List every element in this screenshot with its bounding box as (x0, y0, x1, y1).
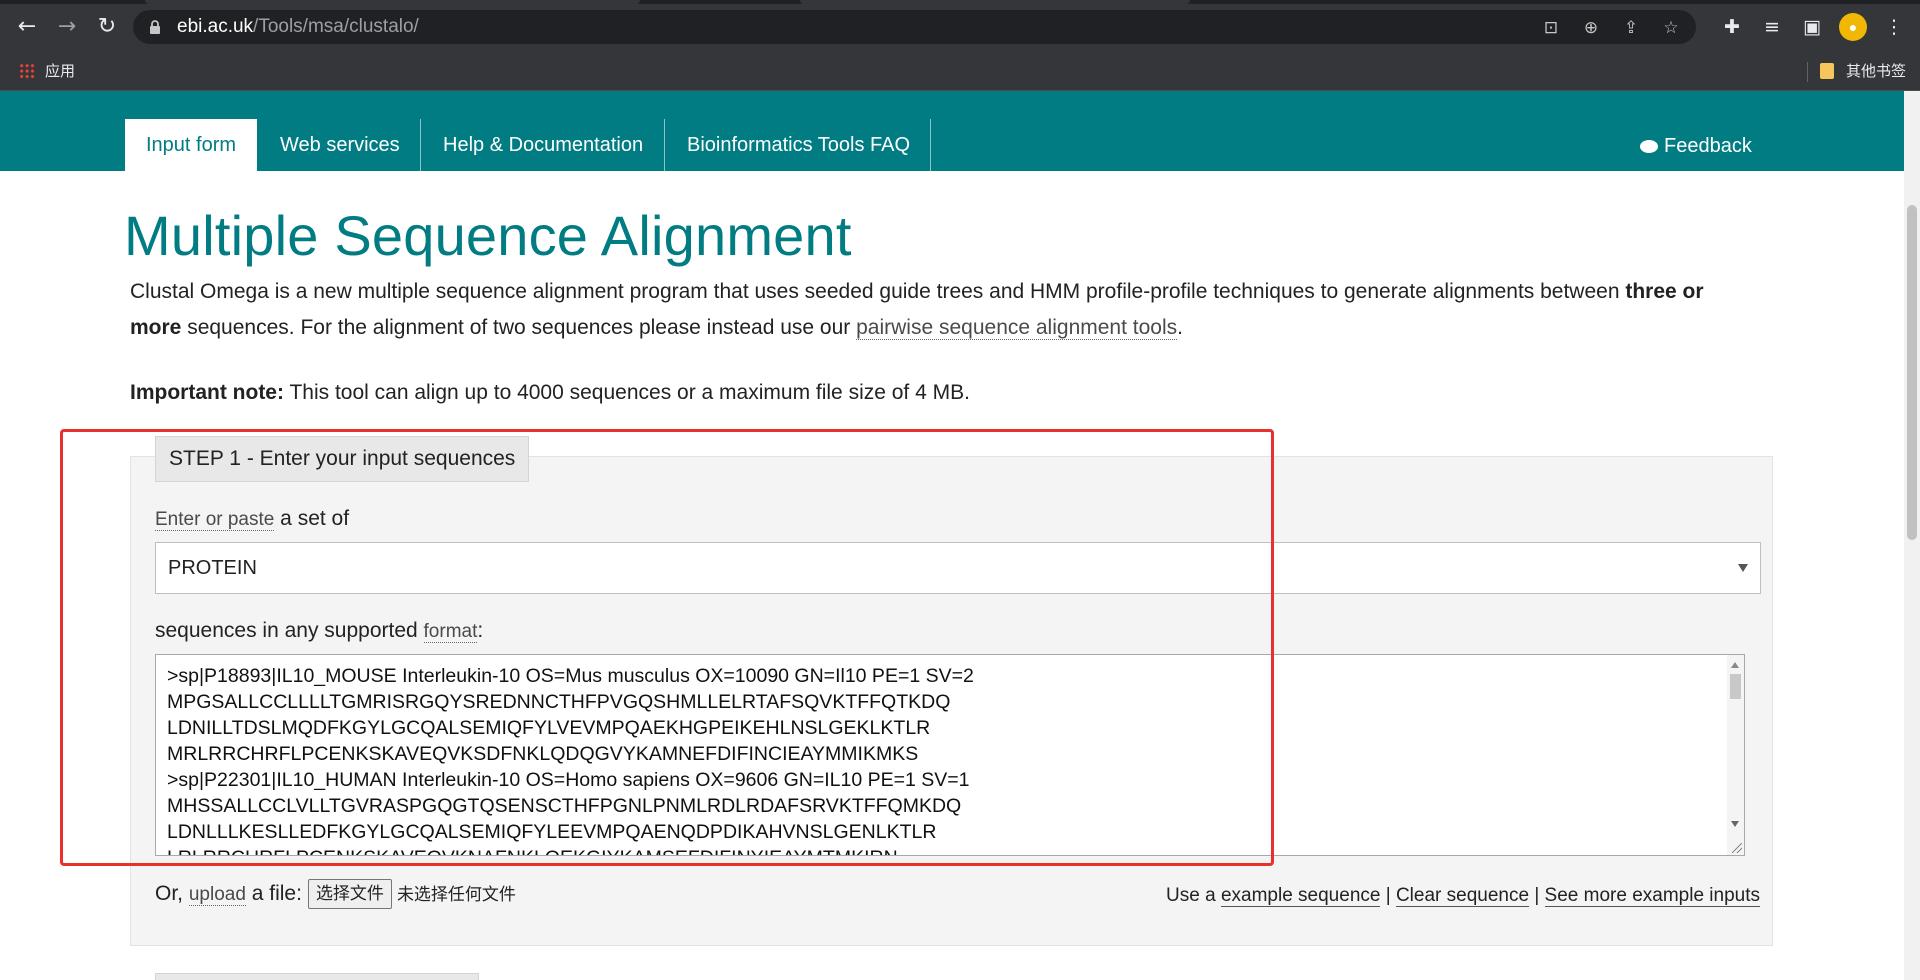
step1-legend: STEP 1 - Enter your input sequences (155, 436, 530, 482)
tab-web-services[interactable]: Web services (258, 119, 422, 171)
share-icon[interactable]: ⇪ (1620, 17, 1642, 39)
more-examples-link[interactable]: See more example inputs (1544, 885, 1760, 907)
scroll-thumb[interactable] (1730, 674, 1741, 699)
tab-divider (930, 119, 931, 171)
upload-link[interactable]: upload (188, 884, 246, 906)
sequence-line: MPGSALLCCLLLLTGMRISRGQYSREDNNCTHFPVGQSHM… (167, 691, 951, 713)
enter-paste-link[interactable]: Enter or paste (155, 509, 275, 531)
forward-icon[interactable]: → (52, 12, 82, 42)
important-note: Important note: This tool can align up t… (130, 381, 970, 404)
intro-paragraph: Clustal Omega is a new multiple sequence… (130, 280, 1704, 340)
choose-file-button[interactable]: 选择文件 (307, 879, 392, 909)
no-file-text: 未选择任何文件 (396, 885, 516, 905)
sequence-line: >sp|P22301|IL10_HUMAN Interleukin-10 OS=… (167, 769, 970, 791)
page-title: Multiple Sequence Alignment (124, 204, 852, 267)
step2-legend-peek (155, 973, 479, 980)
dropdown-arrow-icon (1738, 564, 1748, 572)
format-link[interactable]: format (423, 621, 478, 643)
scroll-up-icon[interactable] (1731, 662, 1739, 668)
tab-help-documentation[interactable]: Help & Documentation (421, 119, 665, 171)
example-links: Use a example sequence | Clear sequence … (1166, 885, 1760, 907)
page-viewport: Input form Web services Help & Documenta… (0, 91, 1904, 980)
folder-icon (1820, 63, 1834, 79)
scroll-down-icon[interactable] (1731, 821, 1739, 827)
apps-grid-icon (19, 63, 35, 79)
tab-input-form[interactable]: Input form (125, 119, 257, 171)
resize-grip-icon[interactable] (1732, 843, 1742, 853)
chat-bubble-icon (1640, 140, 1658, 153)
lock-icon (150, 20, 160, 34)
sequence-textarea[interactable]: >sp|P18893|IL10_MOUSE Interleukin-10 OS=… (155, 654, 1745, 856)
sequence-type-value: PROTEIN (168, 557, 257, 579)
menu-kebab-icon[interactable]: ⋮ (1879, 12, 1909, 42)
upload-row: Or, upload a file: 选择文件 未选择任何文件 (155, 879, 516, 909)
example-sequence-link[interactable]: example sequence (1220, 885, 1381, 907)
bookmark-separator (1807, 62, 1808, 82)
page-scrollbar[interactable] (1904, 91, 1920, 980)
sequence-type-select[interactable]: PROTEIN (155, 542, 1761, 594)
textarea-scrollbar[interactable] (1727, 655, 1744, 855)
site-nav-bar: Input form Web services Help & Documenta… (0, 91, 1904, 171)
zoom-icon[interactable]: ⊕ (1580, 17, 1602, 39)
page-scroll-thumb[interactable] (1907, 205, 1917, 540)
profile-avatar-icon[interactable]: ● (1839, 13, 1867, 41)
sequence-line: LRLRRCHRFLPCENKSKAVEQVKNAFNKLQEKGIYKAMSE… (167, 847, 898, 855)
tab-strip (0, 0, 1920, 4)
reading-list-icon[interactable]: ≡ (1757, 12, 1787, 42)
format-label: sequences in any supported format: (155, 619, 484, 643)
translate-icon[interactable]: ⊡ (1540, 17, 1562, 39)
bookmark-star-icon[interactable]: ☆ (1660, 17, 1682, 39)
back-icon[interactable]: ← (12, 12, 42, 42)
url-text: ebi.ac.uk/Tools/msa/clustalo/ (177, 16, 419, 37)
sequence-line: LDNLLLKESLLEDFKGYLGCQALSEMIQFYLEEVMPQAEN… (167, 821, 937, 843)
bookmark-other[interactable]: 其他书签 (1820, 62, 1906, 82)
extensions-icon[interactable]: ✚ (1717, 12, 1747, 42)
feedback-link[interactable]: Feedback (1640, 131, 1752, 161)
sequence-line: >sp|P18893|IL10_MOUSE Interleukin-10 OS=… (167, 665, 974, 687)
tab-tools-faq[interactable]: Bioinformatics Tools FAQ (665, 119, 932, 171)
side-panel-icon[interactable]: ▣ (1797, 12, 1827, 42)
sequence-line: MRLRRCHRFLPCENKSKAVEQVKSDFNKLQDQGVYKAMNE… (167, 743, 919, 765)
address-bar[interactable]: ebi.ac.uk/Tools/msa/clustalo/ ⊡ ⊕ ⇪ ☆ (133, 10, 1696, 44)
sequence-line: LDNILLTDSLMQDFKGYLGCQALSEMIQFYLVEVMPQAEK… (167, 717, 931, 739)
bookmarks-bar: 应用 其他书签 (0, 54, 1920, 91)
sequence-line: MHSSALLCCLVLLTGVRASPGQGTQSENSCTHFPGNLPNM… (167, 795, 962, 817)
reload-icon[interactable]: ↻ (92, 12, 122, 42)
seqtype-label: Enter or paste a set of (155, 507, 350, 531)
browser-toolbar: ← → ↻ ebi.ac.uk/Tools/msa/clustalo/ ⊡ ⊕ … (0, 0, 1920, 54)
bookmark-apps[interactable]: 应用 (19, 62, 75, 82)
clear-sequence-link[interactable]: Clear sequence (1395, 885, 1530, 907)
pairwise-tools-link[interactable]: pairwise sequence alignment tools (856, 316, 1178, 340)
